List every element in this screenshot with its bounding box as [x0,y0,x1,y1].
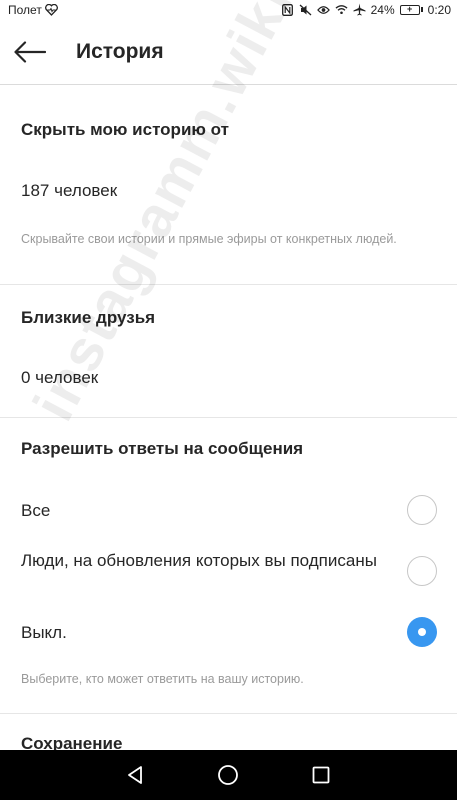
clock: 0:20 [427,2,451,17]
reply-option-everyone[interactable]: Все [0,490,457,534]
eye-icon [316,3,330,16]
navigation-bar [0,750,457,800]
hide-story-hint: Скрывайте свои истории и прямые эфиры от… [21,232,397,246]
battery-icon: + [399,4,423,15]
back-button[interactable] [14,36,46,68]
radio-button-selected[interactable] [407,617,437,647]
radio-button[interactable] [407,495,437,525]
status-left: Полет [8,3,58,17]
settings-content: Скрыть мою историю от 187 человек Скрыва… [0,86,457,750]
saving-heading: Сохранение [21,734,123,750]
carrier-label: Полет [8,2,42,17]
status-bar: Полет 24% + 0:20 [0,0,457,19]
home-circle-icon [218,765,239,785]
section-divider [0,713,457,714]
section-divider [0,284,457,285]
reply-option-label: Выкл. [21,623,67,642]
page-title: История [76,39,164,63]
reply-option-label: Все [21,501,51,520]
battery-percent: 24% [370,2,395,17]
reply-option-label: Люди, на обновления которых вы подписаны [21,551,377,570]
heart-pulse-icon [44,3,58,16]
back-triangle-icon [128,766,143,784]
recents-square-icon [312,766,330,784]
reply-option-following[interactable]: Люди, на обновления которых вы подписаны [0,546,457,596]
replies-hint: Выберите, кто может ответить на вашу ист… [21,672,304,686]
nfc-icon [281,3,294,16]
mute-icon [299,3,312,16]
hide-story-count[interactable]: 187 человек [21,181,117,201]
app-header: История [0,19,457,85]
hide-story-heading: Скрыть мою историю от [21,120,229,139]
nav-recents-button[interactable] [306,760,336,790]
radio-button[interactable] [407,556,437,586]
replies-heading: Разрешить ответы на сообщения [21,439,304,458]
nav-back-button[interactable] [121,760,151,790]
nav-home-button[interactable] [213,760,243,790]
close-friends-count[interactable]: 0 человек [21,368,98,388]
reply-option-off[interactable]: Выкл. [0,612,457,656]
airplane-icon [353,3,366,16]
status-right: 24% + 0:20 [281,3,451,17]
arrow-left-icon [14,40,46,63]
section-divider [0,417,457,418]
close-friends-heading: Близкие друзья [21,308,156,327]
wifi-icon [335,3,348,16]
